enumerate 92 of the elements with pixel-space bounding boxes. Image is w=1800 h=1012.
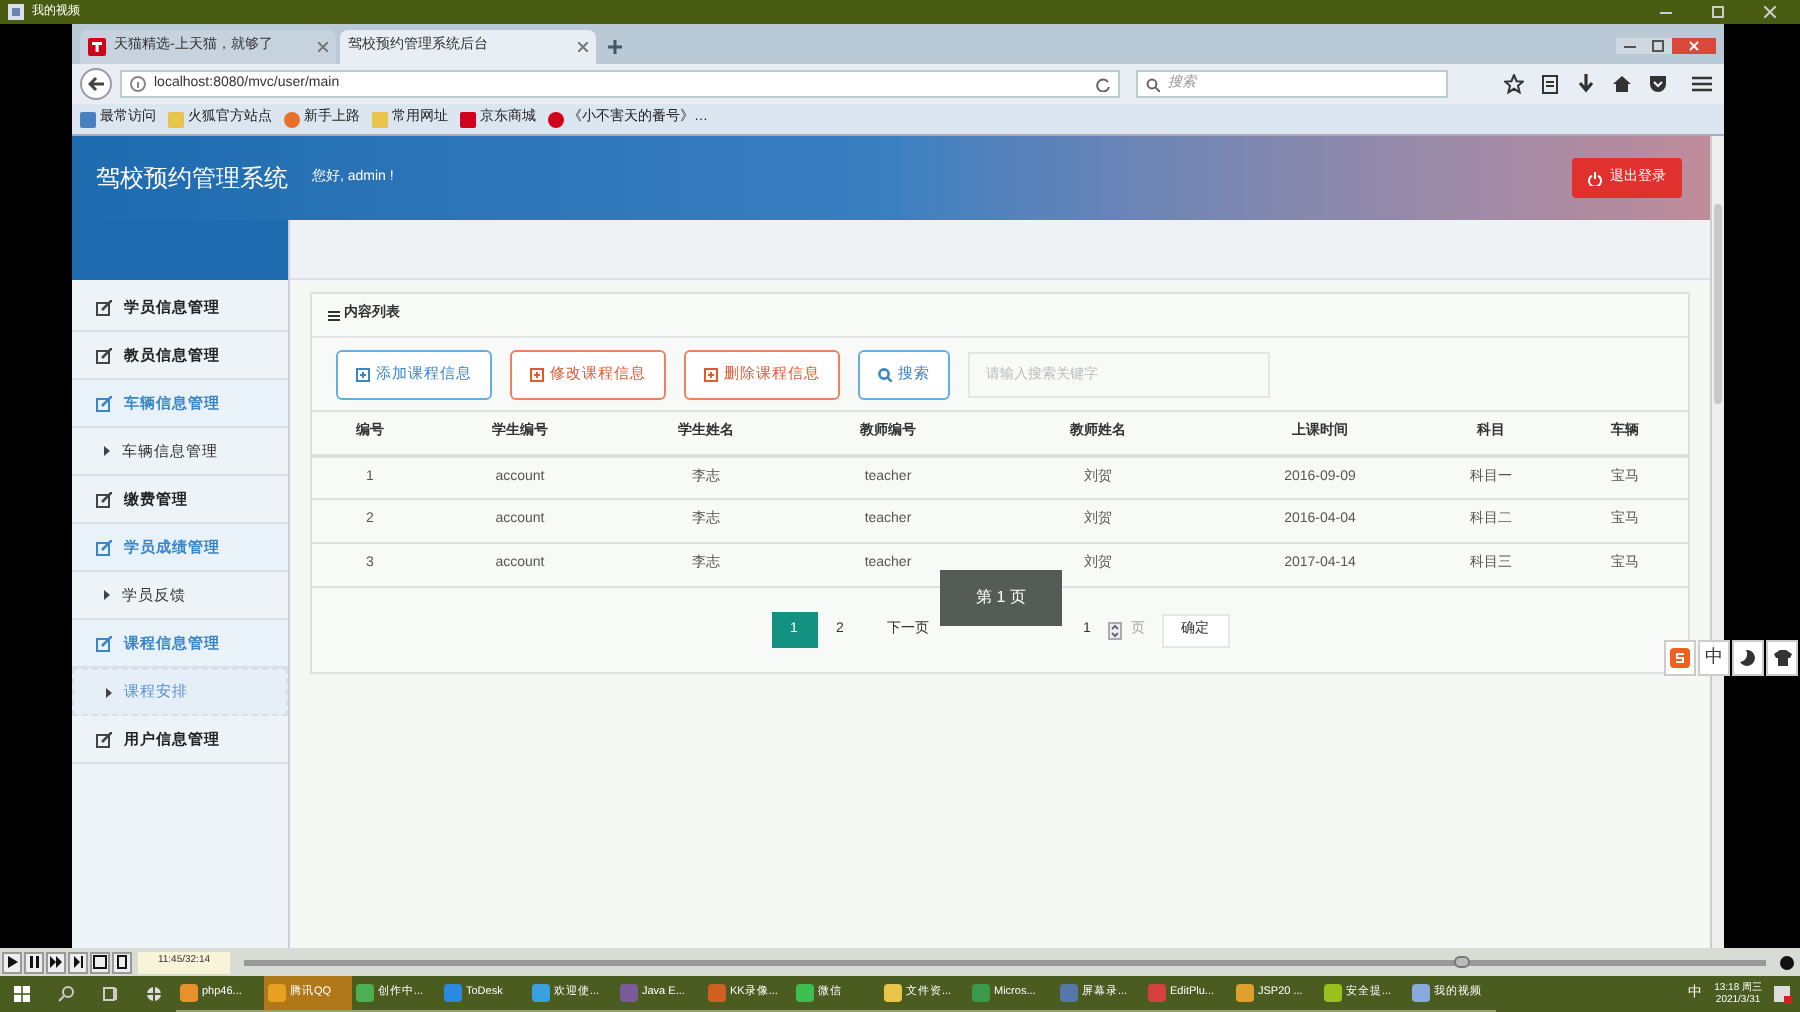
page-tooltip: 第 1 页 [940, 570, 1062, 626]
edit-icon [96, 731, 112, 747]
close-icon [318, 42, 328, 52]
fullscreen-icon [92, 954, 108, 970]
star-icon [1504, 74, 1524, 94]
restore-icon [1644, 38, 1672, 54]
reload-icon [1096, 77, 1110, 91]
restore-icon [1712, 6, 1724, 18]
pocket-icon [1648, 74, 1668, 94]
fast-forward-button[interactable] [46, 951, 66, 973]
close-icon [578, 42, 588, 52]
notification-icon [1774, 985, 1792, 1003]
app-icon [708, 984, 726, 1002]
triangle-icon [104, 590, 110, 600]
triangle-icon [104, 446, 110, 456]
star-button[interactable] [1500, 70, 1528, 98]
app-title: 驾校预约管理系统 [96, 162, 288, 196]
app-icon [1412, 984, 1430, 1002]
edit-icon [96, 347, 112, 363]
play-icon [548, 111, 564, 127]
app-icon [972, 984, 990, 1002]
edit-icon [96, 299, 112, 315]
clipboard-icon [1540, 74, 1560, 94]
back-arrow-icon [88, 76, 104, 92]
app-icon [532, 984, 550, 1002]
t-logo-icon [88, 38, 106, 56]
moon-icon [1740, 650, 1756, 666]
windows-icon [14, 986, 30, 1002]
step-icon [70, 954, 86, 970]
pause-button[interactable] [24, 951, 44, 973]
search-icon [1146, 77, 1160, 91]
close-icon [1672, 38, 1716, 54]
shirt-icon [1773, 650, 1791, 666]
edit-icon [96, 635, 112, 651]
app-icon [620, 984, 638, 1002]
pause-icon [26, 954, 42, 970]
app-icon [356, 984, 374, 1002]
window-button[interactable] [112, 951, 132, 973]
home-button[interactable] [1608, 70, 1636, 98]
app-icon [268, 984, 286, 1002]
search-icon [58, 986, 74, 1002]
clipboard-button[interactable] [1536, 70, 1564, 98]
pinwheel-icon [146, 986, 162, 1002]
skin-button[interactable] [1766, 640, 1798, 676]
edit-icon [96, 491, 112, 507]
app-icon [1324, 984, 1342, 1002]
step-button[interactable] [68, 951, 88, 973]
plus-icon [704, 367, 718, 381]
app-icon [1060, 984, 1078, 1002]
ime-logo-button[interactable] [1664, 640, 1696, 676]
globe-icon [284, 111, 300, 127]
app-icon [1236, 984, 1254, 1002]
scrollbar-thumb[interactable] [1714, 204, 1722, 404]
app-icon [1148, 984, 1166, 1002]
plus-icon [530, 367, 544, 381]
task-view-icon [102, 986, 118, 1002]
info-icon [130, 76, 146, 92]
app-icon [884, 984, 902, 1002]
back-button[interactable] [80, 68, 112, 100]
folder-icon [80, 111, 96, 127]
plus-icon [608, 40, 622, 54]
folder-icon [372, 111, 388, 127]
s-logo-icon [1670, 648, 1690, 668]
app-icon [444, 984, 462, 1002]
play-icon [4, 954, 20, 970]
play-button[interactable] [2, 951, 22, 973]
settings-icon [1780, 955, 1794, 969]
edit-icon [96, 395, 112, 411]
window-icon [114, 954, 130, 970]
pocket-button[interactable] [1644, 70, 1672, 98]
punctuation-button[interactable] [1732, 640, 1764, 676]
logo-icon [460, 111, 476, 127]
close-icon [1764, 6, 1776, 18]
ime-mode-button[interactable]: 中 [1698, 640, 1730, 676]
spinner-icon [1107, 621, 1121, 639]
plus-icon [356, 367, 370, 381]
minimize-icon [1660, 6, 1672, 18]
list-icon [328, 309, 340, 321]
folder-icon [168, 111, 184, 127]
minimize-icon [1616, 38, 1644, 54]
power-icon [1588, 171, 1602, 185]
download-icon [1576, 74, 1596, 94]
app-icon [796, 984, 814, 1002]
home-icon [1612, 74, 1632, 94]
fast-forward-icon [48, 954, 64, 970]
edit-icon [96, 539, 112, 555]
triangle-icon [106, 687, 112, 697]
menu-icon [1692, 74, 1712, 94]
search-icon [878, 367, 892, 381]
video-icon [8, 4, 24, 20]
app-icon [180, 984, 198, 1002]
fullscreen-button[interactable] [90, 951, 110, 973]
